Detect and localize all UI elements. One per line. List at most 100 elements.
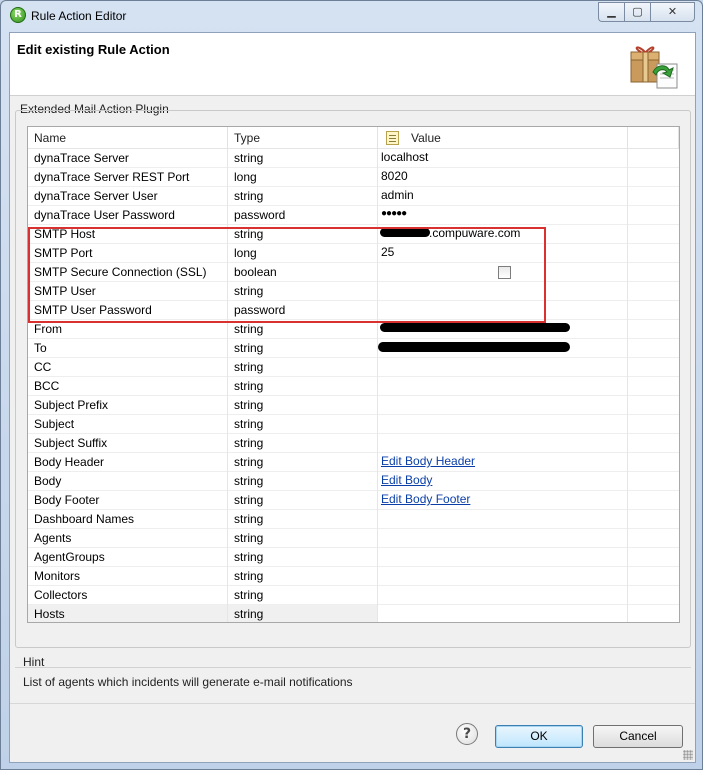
edit-body-link[interactable]: Edit Body [381,473,432,487]
cell-filler [628,149,679,168]
table-row[interactable]: From string [28,320,679,339]
table-row[interactable]: Collectors string [28,586,679,605]
title-bar[interactable]: R Rule Action Editor ▁ ▢ ✕ [1,1,702,31]
cell-value[interactable] [378,548,628,567]
edit-body-footer-link[interactable]: Edit Body Footer [381,492,470,506]
cell-value[interactable]: 25 [378,244,628,263]
table-row-selected[interactable]: Hosts string [28,605,679,622]
cell-value[interactable]: admin [378,187,628,206]
cell-filler [628,225,679,244]
column-header-value[interactable]: Value [378,127,628,149]
table-row[interactable]: Body Header string Edit Body Header [28,453,679,472]
resize-grip-icon[interactable] [683,750,693,760]
gift-box-icon [630,46,678,89]
cell-value[interactable] [378,301,628,320]
cell-type: string [228,377,378,396]
cell-filler [628,491,679,510]
properties-table[interactable]: Name Type Value dynaTrace Server string … [27,126,680,623]
cell-filler [628,320,679,339]
cell-filler [628,510,679,529]
table-row[interactable]: SMTP Port long 25 [28,244,679,263]
cell-value[interactable] [378,434,628,453]
cell-filler [628,206,679,225]
close-icon: ✕ [667,5,678,18]
redaction-mark [380,228,430,237]
cell-type: string [228,529,378,548]
cell-value[interactable] [378,510,628,529]
cancel-button[interactable]: Cancel [593,725,683,748]
cell-filler [628,358,679,377]
cell-value[interactable] [378,263,628,282]
cell-type: string [228,491,378,510]
cell-value[interactable] [378,586,628,605]
maximize-icon: ▢ [632,5,643,18]
cell-filler [628,377,679,396]
close-button[interactable]: ✕ [650,2,695,22]
edit-body-header-link[interactable]: Edit Body Header [381,454,475,468]
cell-value[interactable]: Edit Body [378,472,628,491]
table-row[interactable]: Dashboard Names string [28,510,679,529]
cell-value[interactable] [378,339,628,358]
table-row[interactable]: Subject Prefix string [28,396,679,415]
table-row[interactable]: SMTP Secure Connection (SSL) boolean [28,263,679,282]
cell-name: Subject Suffix [28,434,228,453]
cell-filler [628,434,679,453]
cell-value[interactable] [378,415,628,434]
table-header: Name Type Value [28,127,679,149]
cell-type: string [228,548,378,567]
cell-value[interactable] [378,567,628,586]
cell-type: string [228,586,378,605]
cell-filler [628,605,679,622]
column-header-name[interactable]: Name [28,127,228,149]
table-row[interactable]: Subject Suffix string [28,434,679,453]
table-row[interactable]: Subject string [28,415,679,434]
cell-value[interactable] [378,605,628,622]
table-row[interactable]: To string [28,339,679,358]
cell-value-password[interactable]: ●●●●● [378,206,628,225]
minimize-button[interactable]: ▁ [598,2,624,22]
table-row[interactable]: dynaTrace Server REST Port long 8020 [28,168,679,187]
table-row[interactable]: CC string [28,358,679,377]
cell-filler [628,529,679,548]
table-row[interactable]: SMTP User string [28,282,679,301]
table-row[interactable]: Monitors string [28,567,679,586]
cell-value[interactable] [378,377,628,396]
cell-value[interactable]: localhost [378,149,628,168]
cell-name: Monitors [28,567,228,586]
cell-value[interactable] [378,320,628,339]
table-row[interactable]: dynaTrace User Password password ●●●●● [28,206,679,225]
column-header-type[interactable]: Type [228,127,378,149]
cell-value[interactable]: Edit Body Footer [378,491,628,510]
cell-value[interactable] [378,358,628,377]
table-row[interactable]: BCC string [28,377,679,396]
table-row[interactable]: Agents string [28,529,679,548]
cell-filler [628,301,679,320]
cell-name: Collectors [28,586,228,605]
cell-name: Subject [28,415,228,434]
cell-value[interactable] [378,282,628,301]
table-row[interactable]: dynaTrace Server User string admin [28,187,679,206]
table-row[interactable]: SMTP User Password password [28,301,679,320]
maximize-button[interactable]: ▢ [624,2,650,22]
minimize-icon: ▁ [607,5,616,18]
table-row[interactable]: AgentGroups string [28,548,679,567]
cell-type: password [228,301,378,320]
cell-name: From [28,320,228,339]
value-column-icon [386,131,399,145]
table-row[interactable]: dynaTrace Server string localhost [28,149,679,168]
help-icon[interactable]: ? [456,723,478,745]
cell-type: string [228,567,378,586]
cell-type: string [228,358,378,377]
cell-value[interactable] [378,529,628,548]
table-row[interactable]: SMTP Host string .compuware.com [28,225,679,244]
cell-value[interactable]: Edit Body Header [378,453,628,472]
cell-value[interactable]: .compuware.com [378,225,628,244]
table-row[interactable]: Body Footer string Edit Body Footer [28,491,679,510]
cell-value[interactable] [378,396,628,415]
cell-name: SMTP User Password [28,301,228,320]
cell-value[interactable]: 8020 [378,168,628,187]
table-row[interactable]: Body string Edit Body [28,472,679,491]
cell-filler [628,339,679,358]
ssl-checkbox[interactable] [498,266,511,279]
ok-button[interactable]: OK [495,725,583,748]
